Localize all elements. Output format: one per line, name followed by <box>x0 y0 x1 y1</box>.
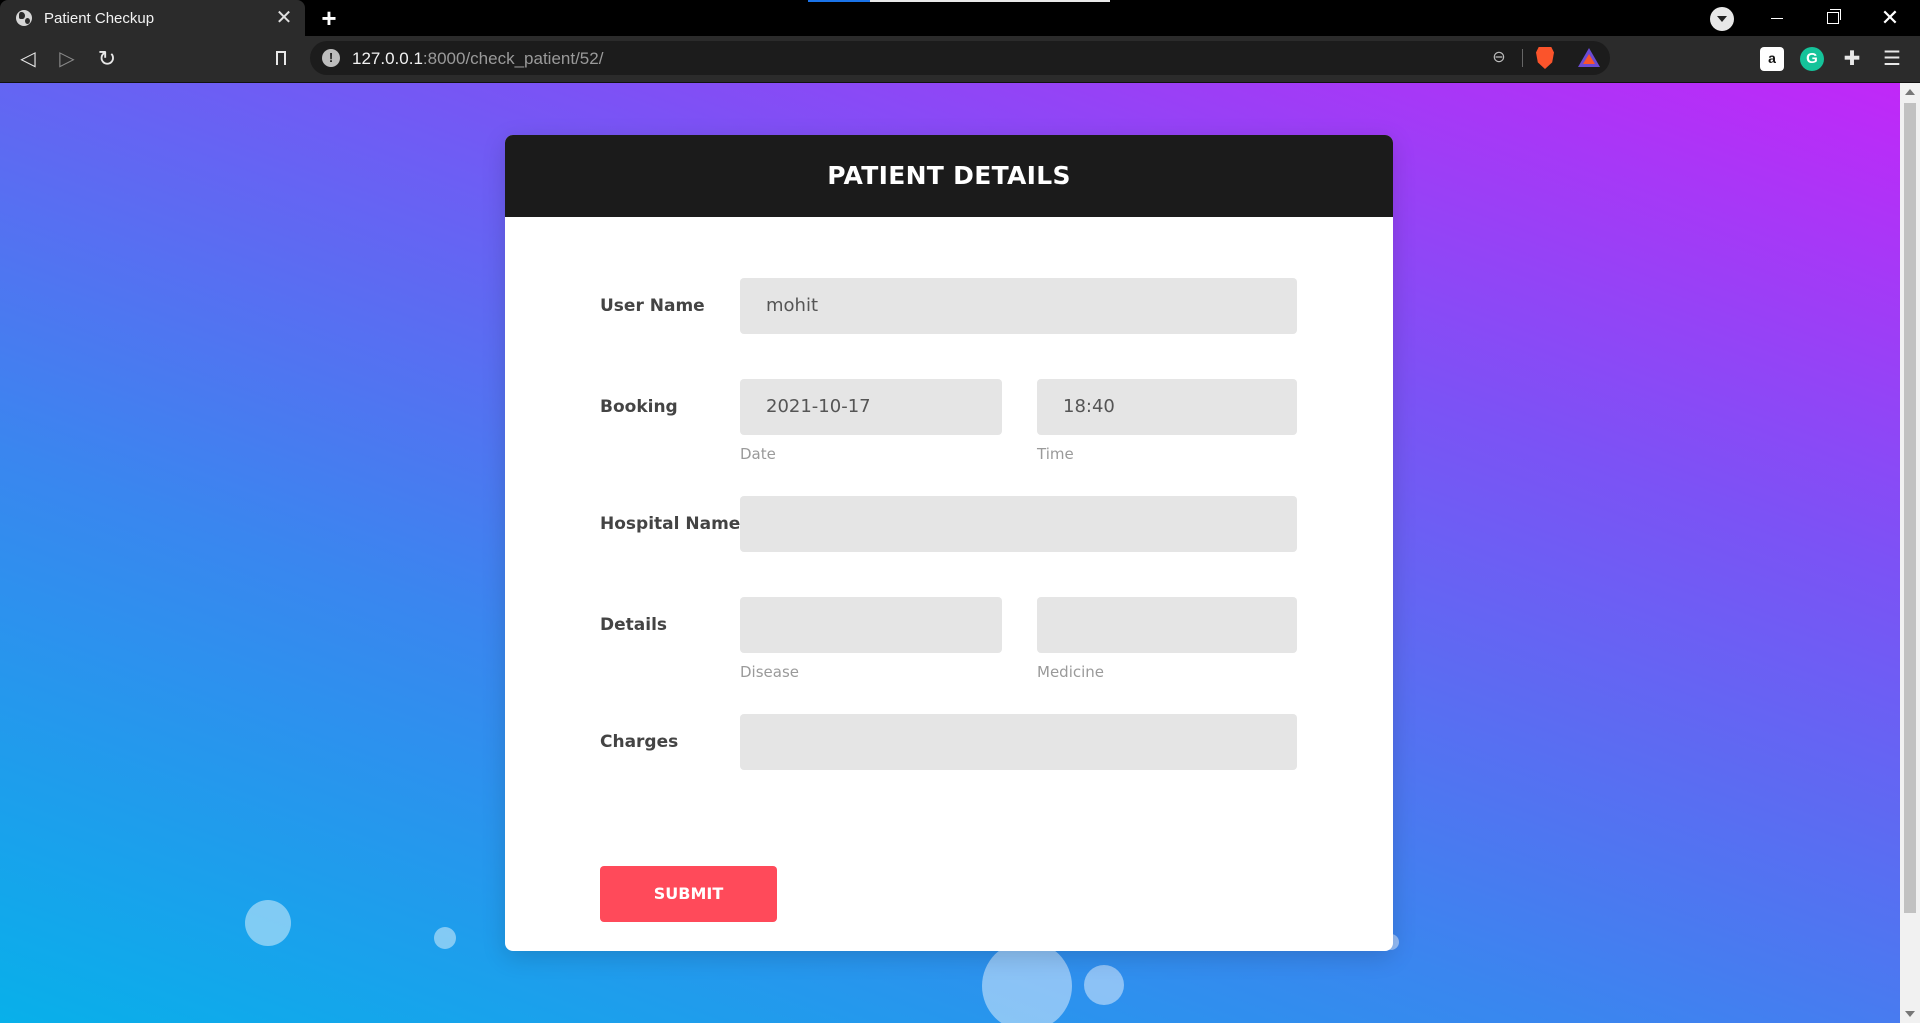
browser-toolbar: ◁ ▷ ↻ ! 127.0.0.1:8000/check_patient/52/… <box>0 36 1920 83</box>
medicine-field[interactable] <box>1037 597 1297 653</box>
disease-field[interactable] <box>740 597 1002 653</box>
brave-shield-icon[interactable] <box>1536 47 1554 69</box>
tab-loading-bar <box>808 0 1110 2</box>
tab-strip: Patient Checkup ✕ + ✕ <box>0 0 1920 36</box>
amazon-extension-icon[interactable]: a <box>1760 47 1784 71</box>
decorative-bubble <box>1084 965 1124 1005</box>
scrollbar-thumb[interactable] <box>1904 103 1916 913</box>
booking-time-field[interactable]: 18:40 <box>1037 379 1297 435</box>
grammarly-icon[interactable]: G <box>1800 47 1824 71</box>
divider <box>1522 49 1523 67</box>
close-window-button[interactable]: ✕ <box>1870 4 1910 32</box>
tab-title: Patient Checkup <box>44 9 155 27</box>
disease-caption: Disease <box>740 663 799 681</box>
address-bar[interactable]: ! 127.0.0.1:8000/check_patient/52/ ⊖ <box>310 41 1610 75</box>
details-label: Details <box>600 615 668 635</box>
medicine-caption: Medicine <box>1037 663 1105 681</box>
tab-search-icon[interactable] <box>1710 7 1734 31</box>
page-scrollbar[interactable] <box>1900 83 1920 1023</box>
username-label: User Name <box>600 296 705 316</box>
info-icon[interactable]: ! <box>322 49 340 67</box>
brave-rewards-icon[interactable] <box>1578 48 1600 67</box>
scroll-up-icon[interactable] <box>1905 89 1915 95</box>
url-host: 127.0.0.1 <box>352 49 423 68</box>
submit-button[interactable]: SUBMIT <box>600 866 777 922</box>
booking-label: Booking <box>600 397 678 417</box>
decorative-bubble <box>434 927 456 949</box>
date-caption: Date <box>740 445 776 463</box>
scroll-down-icon[interactable] <box>1905 1011 1915 1017</box>
close-tab-icon[interactable]: ✕ <box>273 7 295 29</box>
new-tab-button[interactable]: + <box>316 5 342 31</box>
card-title: PATIENT DETAILS <box>505 135 1393 217</box>
decorative-bubble <box>245 900 291 946</box>
zoom-out-icon[interactable]: ⊖ <box>1488 47 1510 69</box>
back-icon[interactable]: ◁ <box>16 47 40 71</box>
browser-tab[interactable]: Patient Checkup ✕ <box>0 0 305 36</box>
url-text[interactable]: 127.0.0.1:8000/check_patient/52/ <box>352 49 603 69</box>
charges-label: Charges <box>600 732 679 752</box>
page-viewport: PATIENT DETAILS User Name mohit Booking … <box>0 83 1920 1023</box>
hospital-name-label: Hospital Name <box>600 514 741 534</box>
forward-icon[interactable]: ▷ <box>55 47 79 71</box>
extensions-puzzle-icon[interactable]: ✚ <box>1840 47 1864 71</box>
reload-icon[interactable]: ↻ <box>95 47 119 71</box>
menu-icon[interactable]: ☰ <box>1880 47 1904 71</box>
minimize-button[interactable] <box>1757 4 1797 32</box>
username-field[interactable]: mohit <box>740 278 1297 334</box>
bookmark-icon[interactable] <box>269 47 293 71</box>
time-caption: Time <box>1037 445 1074 463</box>
patient-details-card: PATIENT DETAILS User Name mohit Booking … <box>505 135 1393 951</box>
restore-button[interactable] <box>1813 4 1853 32</box>
charges-field[interactable] <box>740 714 1297 770</box>
url-path: :8000/check_patient/52/ <box>422 49 604 68</box>
decorative-bubble <box>982 941 1072 1023</box>
booking-date-field[interactable]: 2021-10-17 <box>740 379 1002 435</box>
hospital-name-field[interactable] <box>740 496 1297 552</box>
globe-icon <box>16 10 32 26</box>
